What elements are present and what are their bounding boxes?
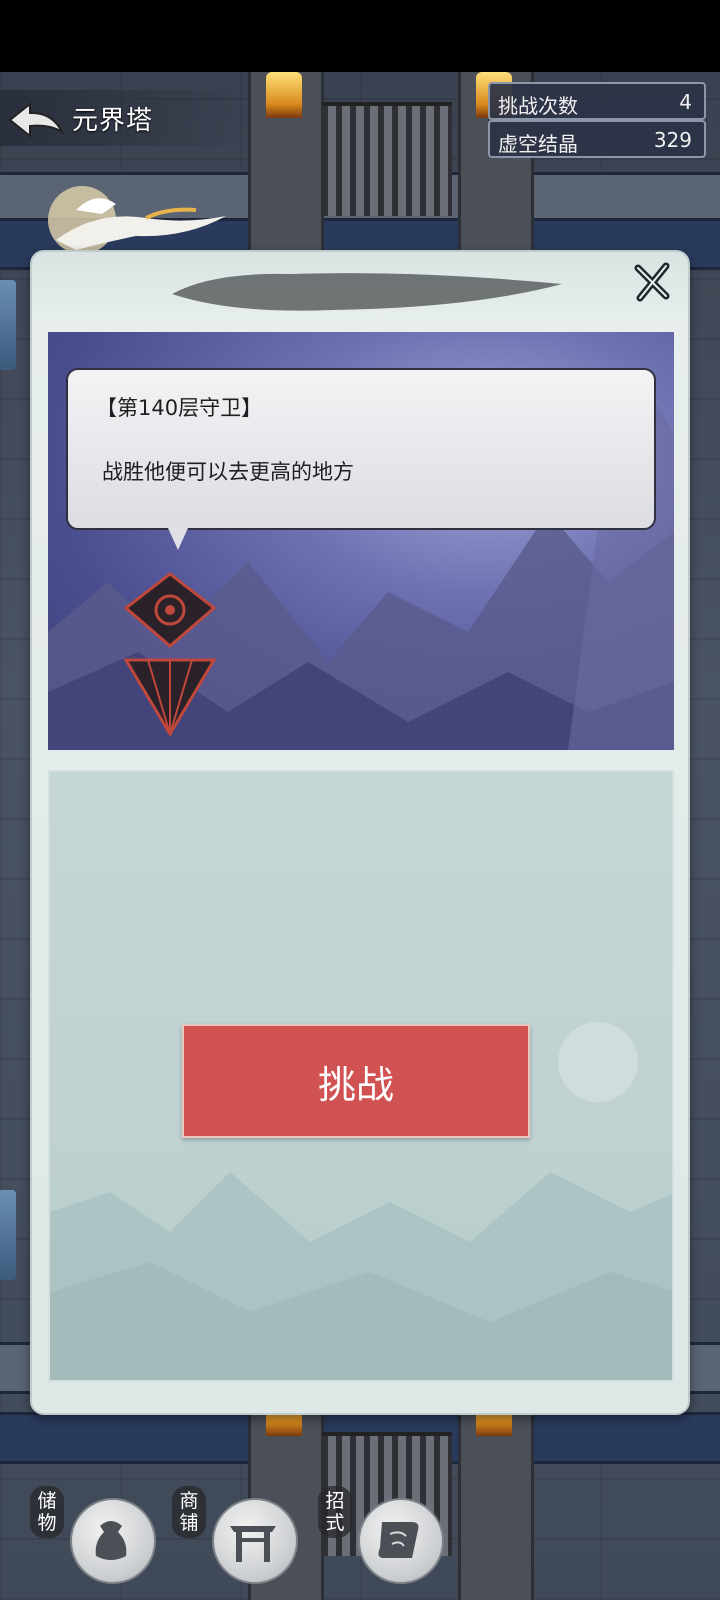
- sword-icon: [0, 1190, 16, 1280]
- ink-brush-header: [172, 273, 562, 311]
- guardian-cube-icon: [123, 572, 217, 737]
- skills-button[interactable]: 招式: [318, 1486, 444, 1586]
- lantern-icon: [266, 72, 302, 118]
- guardian-portrait-panel: 【第140层守卫】 战胜他便可以去更高的地方: [48, 332, 674, 750]
- guardian-speech: 战胜他便可以去更高的地方: [102, 460, 354, 484]
- challenge-count-label: 挑战次数: [498, 94, 578, 118]
- void-crystal-label: 虚空结晶: [498, 132, 578, 156]
- guardian-title: 【第140层守卫】: [96, 396, 263, 420]
- shop-label: 商铺: [172, 1486, 206, 1538]
- scroll-icon: [378, 1522, 419, 1558]
- crane-emblem-icon: [48, 186, 226, 254]
- close-button[interactable]: [630, 260, 674, 304]
- storage-label: 储物: [30, 1486, 64, 1538]
- challenge-button[interactable]: 挑战: [182, 1024, 530, 1138]
- iron-gate: [322, 102, 452, 216]
- challenge-count-box: 挑战次数 4: [488, 82, 706, 120]
- page-title: 元界塔: [72, 106, 154, 136]
- void-crystal-box: 虚空结晶 329: [488, 120, 706, 158]
- bag-icon: [95, 1521, 127, 1560]
- close-icon[interactable]: [630, 260, 674, 304]
- void-crystal-value: 329: [653, 128, 692, 152]
- floor-guardian-dialog: 【第140层守卫】 战胜他便可以去更高的地方 挑战: [30, 250, 690, 1415]
- back-arrow-icon[interactable]: [8, 100, 64, 140]
- challenge-panel: 挑战: [48, 770, 674, 1382]
- speech-bubble: 【第140层守卫】 战胜他便可以去更高的地方: [66, 368, 656, 530]
- storage-button[interactable]: 储物: [30, 1486, 156, 1586]
- challenge-count-value: 4: [679, 90, 692, 114]
- shop-gate-icon: [230, 1526, 276, 1562]
- skills-label: 招式: [318, 1486, 352, 1538]
- shop-button[interactable]: 商铺: [172, 1486, 298, 1586]
- speech-tail: [168, 528, 188, 550]
- sword-icon: [0, 280, 16, 370]
